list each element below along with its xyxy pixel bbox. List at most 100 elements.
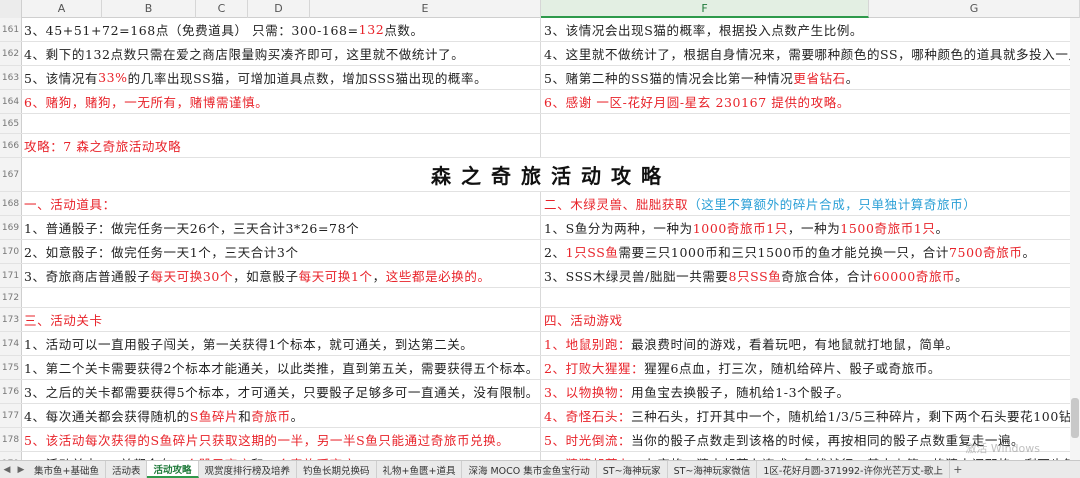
cell-right[interactable]: 3、以物换物： 用鱼宝去换骰子，随机给1-3个骰子。 bbox=[541, 380, 1080, 403]
cell-left[interactable]: 2、如意骰子：做完任务一天1个，三天合计3个 bbox=[22, 240, 541, 263]
cell-right[interactable] bbox=[541, 134, 1080, 157]
row-number[interactable]: 171 bbox=[0, 264, 22, 287]
sheet-tab[interactable]: 活动表 bbox=[106, 461, 148, 478]
cell-text-run: 4、奇怪石头： bbox=[544, 409, 632, 424]
cell-left[interactable]: 5、该情况有 33% 的几率出现SS猫，可增加道具点数，增加SSS猫出现的概率。 bbox=[22, 66, 541, 89]
cell-right[interactable]: 2、打败大猩猩： 猩猩6点血，打三次，随机给碎片、骰子或奇旅币。 bbox=[541, 356, 1080, 379]
cell-left[interactable] bbox=[22, 114, 541, 133]
merged-title-cell[interactable]: 森之奇旅活动攻略 bbox=[22, 158, 1080, 191]
sheet-tab-bar: ◀ ▶ 集市鱼+基础鱼 活动表 活动攻略 观赏度排行榜及培养 钓鱼长期兑换码 礼物+鱼匮+… bbox=[0, 460, 1080, 478]
cell-right[interactable]: 3、该情况会出现S猫的概率，根据投入点数产生比例。 bbox=[541, 18, 1080, 41]
cell-left[interactable]: 3、奇旅商店普通骰子 每天可换30个 ，如意骰子 每天可换1个，这些都是必换的。 bbox=[22, 264, 541, 287]
column-header-g[interactable]: G bbox=[869, 0, 1080, 18]
cell-text-run: ，如意骰子 bbox=[233, 269, 299, 284]
cell-right[interactable]: 4、这里就不做统计了，根据自身情况来，需要哪种颜色的SS，哪种颜色的道具就多投入… bbox=[541, 42, 1080, 65]
next-sheet-icon[interactable]: ▶ bbox=[14, 462, 28, 478]
cell-text-run: 四、活动游戏 bbox=[544, 313, 623, 328]
cell-text-run: 1、S鱼分为两种，一种为 bbox=[544, 221, 693, 236]
row-number[interactable]: 176 bbox=[0, 380, 22, 403]
sheet-tab[interactable]: 深海 MOCO 集市金鱼宝行动 bbox=[462, 461, 597, 478]
row-number[interactable]: 177 bbox=[0, 404, 22, 427]
row-number[interactable]: 165 bbox=[0, 114, 22, 133]
row-number[interactable]: 166 bbox=[0, 134, 22, 157]
column-header-a[interactable]: A bbox=[22, 0, 102, 18]
cell-left[interactable]: 攻略：7 森之奇旅活动攻略 bbox=[22, 134, 541, 157]
sheet-tab[interactable]: ST~海神玩家 bbox=[597, 461, 668, 478]
row-number[interactable]: 170 bbox=[0, 240, 22, 263]
cell-right[interactable]: 1、S鱼分为两种，一种为 1000奇旅币1只 ，一种为 1500奇旅币1只。 bbox=[541, 216, 1080, 239]
cell-text-run: 1500奇旅币1只 bbox=[840, 221, 936, 236]
cell-left[interactable]: 3、之后的关卡都需要获得5个标本，才可通关，只要骰子足够多可一直通关，没有限制。 bbox=[22, 380, 541, 403]
cell-right[interactable] bbox=[541, 288, 1080, 307]
cell-text-run: 4、剩下的132点数只需在爱之商店限量购买凑齐即可，这里就不做统计了。 bbox=[24, 47, 465, 62]
cell-right[interactable]: 四、活动游戏 bbox=[541, 308, 1080, 331]
cell-left[interactable]: 4、剩下的132点数只需在爱之商店限量购买凑齐即可，这里就不做统计了。 bbox=[22, 42, 541, 65]
cell-left[interactable]: 4、每次通关都会获得随机的 S鱼碎片和奇旅币。 bbox=[22, 404, 541, 427]
column-header-f[interactable]: F bbox=[541, 0, 869, 18]
sheet-tabs: 集市鱼+基础鱼 活动表 活动攻略 观赏度排行榜及培养 钓鱼长期兑换码 礼物+鱼匮+道具 深海… bbox=[28, 461, 950, 478]
column-header-b[interactable]: B bbox=[102, 0, 196, 18]
cell-right[interactable]: 2、 1只SS鱼 需要三只1000币和三只1500币的鱼才能兑换一只，合计 7500奇… bbox=[541, 240, 1080, 263]
cell-left[interactable]: 三、活动关卡 bbox=[22, 308, 541, 331]
cell-text-run: 用鱼宝去换骰子，随机给1-3个骰子。 bbox=[631, 385, 850, 400]
row-number[interactable]: 164 bbox=[0, 90, 22, 113]
table-row: 165 bbox=[0, 114, 1080, 134]
cell-text-run: 2、打败大猩猩： bbox=[544, 361, 645, 376]
row-number[interactable]: 167 bbox=[0, 158, 22, 191]
cell-text-run: 奇旅币 bbox=[251, 409, 291, 424]
column-header-e[interactable]: E bbox=[310, 0, 541, 18]
cell-left[interactable]: 6、赌狗，赌狗，一无所有，赌博需谨慎。 bbox=[22, 90, 541, 113]
column-header-d[interactable]: D bbox=[248, 0, 310, 18]
row-number[interactable]: 178 bbox=[0, 428, 22, 451]
cell-right[interactable]: 3、SSS木绿灵兽/胐胐一共需要 8只SS鱼 奇旅合体，合计 60000奇旅币。 bbox=[541, 264, 1080, 287]
cell-text-run: ， bbox=[372, 269, 386, 284]
cell-right[interactable]: 二、木绿灵兽、胐胐获取 （这里不算额外的碎片合成，只单独计算奇旅币） bbox=[541, 192, 1080, 215]
row-number[interactable]: 172 bbox=[0, 288, 22, 307]
sheet-tab[interactable]: 钓鱼长期兑换码 bbox=[297, 461, 377, 478]
cell-right[interactable]: 5、赌第二种的SS猫的情况会比第一种情况 更省钻石。 bbox=[541, 66, 1080, 89]
cell-right[interactable]: 4、奇怪石头： 三种石头，打开其中一个，随机给1/3/5三种碎片，剩下两个石头要花… bbox=[541, 404, 1080, 427]
prev-sheet-icon[interactable]: ◀ bbox=[0, 462, 14, 478]
row-number[interactable]: 169 bbox=[0, 216, 22, 239]
cell-text-run: 3、奇旅商店普通骰子 bbox=[24, 269, 151, 284]
column-header-c[interactable]: C bbox=[196, 0, 248, 18]
cell-left[interactable]: 一、活动道具： bbox=[22, 192, 541, 215]
row-number[interactable]: 162 bbox=[0, 42, 22, 65]
row-number[interactable]: 175 bbox=[0, 356, 22, 379]
cell-left[interactable] bbox=[22, 288, 541, 307]
cell-left[interactable]: 3、45+51+72=168点（免费道具） 只需：300-168= 132 点数。 bbox=[22, 18, 541, 41]
cell-left[interactable]: 1、普通骰子：做完任务一天26个，三天合计3*26=78个 bbox=[22, 216, 541, 239]
row-number[interactable]: 174 bbox=[0, 332, 22, 355]
cell-right[interactable]: 1、地鼠别跑： 最浪费时间的游戏，看着玩吧，有地鼠就打地鼠，简单。 bbox=[541, 332, 1080, 355]
cell-left[interactable]: 1、第二个关卡需要获得2个标本才能通关，以此类推，直到第五关，需要获得五个标本。 bbox=[22, 356, 541, 379]
row-number[interactable]: 161 bbox=[0, 18, 22, 41]
sheet-tab[interactable]: 1区-花好月圆-371992-许你光芒万丈-歌上 bbox=[757, 461, 950, 478]
add-sheet-button[interactable]: + bbox=[950, 462, 966, 478]
row-number[interactable]: 173 bbox=[0, 308, 22, 331]
cell-right[interactable] bbox=[541, 114, 1080, 133]
row-number[interactable]: 168 bbox=[0, 192, 22, 215]
table-row: 178 5、该活动每次获得的S鱼碎片只获取这期的一半，另一半S鱼只能通过奇旅币兑换… bbox=[0, 428, 1080, 452]
cell-right[interactable]: 6、感谢 一区-花好月圆-星玄 230167 提供的攻略。 bbox=[541, 90, 1080, 113]
sheet-tab[interactable]: 集市鱼+基础鱼 bbox=[28, 461, 106, 478]
vertical-scrollbar[interactable] bbox=[1070, 18, 1080, 460]
cell-text-run: 三、活动关卡 bbox=[24, 313, 103, 328]
sheet-tab[interactable]: 观赏度排行榜及培养 bbox=[199, 461, 298, 478]
cell-text-run: 1000奇旅币1只 bbox=[692, 221, 788, 236]
cell-left[interactable]: 6、活动关卡1-4关都会有一个骰子商店和一个奇旅币商店。 bbox=[22, 452, 541, 460]
cell-text-run: 7500奇旅币 bbox=[948, 245, 1023, 260]
cell-left[interactable]: 1、活动可以一直用骰子闯关，第一关获得1个标本，就可通关，到达第二关。 bbox=[22, 332, 541, 355]
sheet-tab[interactable]: ST~海神玩家微信 bbox=[668, 461, 758, 478]
row-number[interactable]: 179 bbox=[0, 452, 22, 460]
sheet-tab[interactable]: 活动攻略 bbox=[147, 461, 199, 478]
spreadsheet-grid[interactable]: 161 3、45+51+72=168点（免费道具） 只需：300-168= 132 点… bbox=[0, 18, 1080, 460]
cell-text-run: 5、该情况有 bbox=[24, 71, 99, 86]
select-all-corner[interactable] bbox=[0, 0, 22, 18]
cell-text-run: （这里不算额外的碎片合成，只单独计算奇旅币） bbox=[688, 197, 977, 212]
table-row: 176 3、之后的关卡都需要获得5个标本，才可通关，只要骰子足够多可一直通关，没有… bbox=[0, 380, 1080, 404]
row-number[interactable]: 163 bbox=[0, 66, 22, 89]
sheet-tab[interactable]: 礼物+鱼匮+道具 bbox=[377, 461, 463, 478]
cell-text-run: 1、普通骰子：做完任务一天26个，三天合计3*26=78个 bbox=[24, 221, 360, 236]
scrollbar-thumb[interactable] bbox=[1071, 398, 1079, 438]
cell-left[interactable]: 5、该活动每次获得的S鱼碎片只获取这期的一半，另一半S鱼只能通过奇旅币兑换。 bbox=[22, 428, 541, 451]
